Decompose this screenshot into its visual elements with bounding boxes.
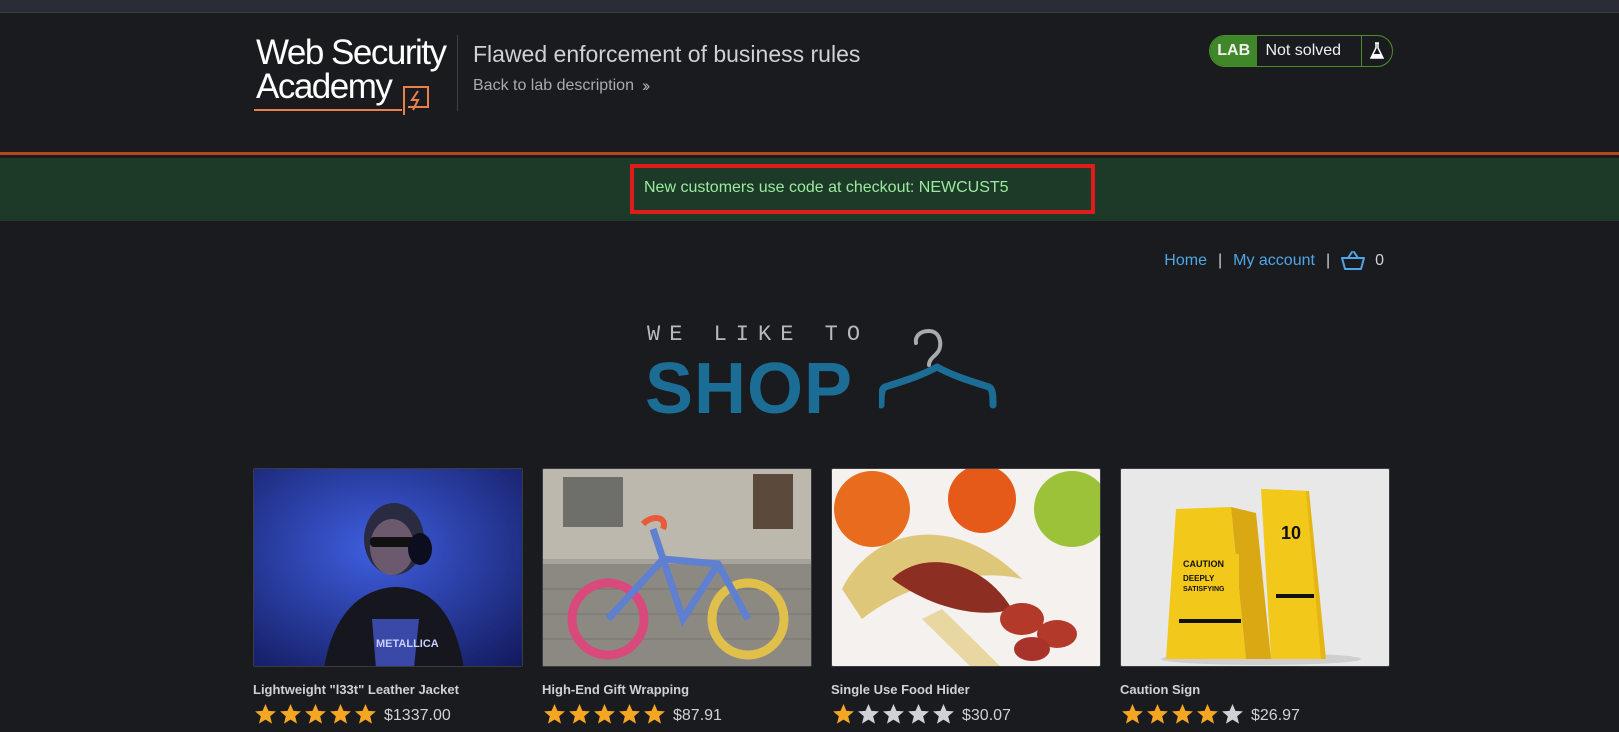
star-rating [1120, 703, 1245, 725]
star-filled-icon [280, 703, 301, 724]
cart-icon[interactable] [1341, 251, 1366, 271]
svg-text:METALLICA: METALLICA [376, 638, 439, 650]
product-rating: $26.97 [1120, 703, 1300, 725]
svg-text:DEEPLY: DEEPLY [1183, 574, 1215, 583]
header-divider [457, 35, 458, 111]
star-filled-icon [355, 703, 376, 724]
star-filled-icon [255, 703, 276, 724]
product-price: $26.97 [1251, 707, 1300, 724]
logo-underline [254, 109, 402, 111]
nav-separator: | [1325, 252, 1331, 269]
top-nav: Home | My account | 0 [1164, 251, 1384, 271]
cart-count: 0 [1375, 252, 1384, 269]
product-rating: $1337.00 [253, 703, 451, 725]
product-card[interactable]: High-End Gift Wrapping $87.91 [542, 468, 812, 724]
product-card[interactable]: Single Use Food Hider $30.07 [831, 468, 1101, 724]
nav-separator: | [1217, 252, 1223, 269]
product-price: $1337.00 [384, 707, 451, 724]
star-filled-icon [594, 703, 615, 724]
product-rating: $87.91 [542, 703, 722, 725]
product-image-gift-wrapping[interactable] [542, 468, 812, 667]
star-empty-icon [908, 703, 929, 724]
logo-bolt-icon [403, 86, 429, 115]
star-filled-icon [833, 703, 854, 724]
promo-text: New customers use code at checkout: NEWC… [644, 179, 1009, 196]
star-filled-icon [1147, 703, 1168, 724]
product-card[interactable]: CAUTION DEEPLY SATISFYING 10 Caution Sig… [1120, 468, 1390, 724]
double-chevron-right-icon: ›› [641, 76, 651, 95]
star-filled-icon [619, 703, 640, 724]
star-rating [831, 703, 956, 725]
star-empty-icon [883, 703, 904, 724]
promo-highlight-box: New customers use code at checkout: NEWC… [630, 164, 1095, 214]
shop-word: SHOP [645, 349, 854, 429]
product-image-caution-sign[interactable]: CAUTION DEEPLY SATISFYING 10 [1120, 468, 1390, 667]
svg-text:10: 10 [1281, 523, 1301, 543]
product-image-leather-jacket[interactable]: METALLICA [253, 468, 523, 667]
star-filled-icon [1197, 703, 1218, 724]
star-rating [542, 703, 667, 725]
logo-text-line2: Academy [256, 67, 393, 106]
product-name: Caution Sign [1120, 682, 1201, 697]
star-filled-icon [330, 703, 351, 724]
back-to-lab-description-link[interactable]: Back to lab description ›› [473, 76, 651, 96]
product-grid: METALLICA Lightweight "l33t" Leather Jac… [253, 468, 1390, 732]
back-link-label: Back to lab description [473, 77, 634, 94]
lab-status-badge: LAB Not solved [1209, 35, 1393, 67]
product-image-food-hider[interactable] [831, 468, 1101, 667]
star-empty-icon [933, 703, 954, 724]
svg-text:SATISFYING: SATISFYING [1183, 586, 1225, 593]
star-filled-icon [305, 703, 326, 724]
star-filled-icon [544, 703, 565, 724]
product-card[interactable]: METALLICA Lightweight "l33t" Leather Jac… [253, 468, 523, 724]
star-filled-icon [644, 703, 665, 724]
star-empty-icon [858, 703, 879, 724]
product-rating: $30.07 [831, 703, 1011, 725]
browser-top-strip [0, 0, 1619, 13]
web-security-academy-logo[interactable]: Web Security Academy [254, 33, 454, 118]
lab-title: Flawed enforcement of business rules [473, 41, 861, 67]
svg-text:CAUTION: CAUTION [1183, 559, 1224, 569]
lab-header: Web Security Academy Flawed enforcement … [0, 13, 1619, 155]
promo-banner: New customers use code at checkout: NEWC… [0, 158, 1619, 221]
nav-my-account-link[interactable]: My account [1233, 252, 1315, 270]
product-name: High-End Gift Wrapping [542, 682, 690, 697]
product-price: $87.91 [673, 707, 722, 724]
star-empty-icon [1222, 703, 1243, 724]
we-like-to-shop-logo: WE LIKE TO SHOP [645, 320, 997, 429]
coat-hanger-icon [879, 328, 997, 409]
nav-home-link[interactable]: Home [1164, 252, 1207, 270]
lab-status-text: Not solved [1265, 42, 1342, 59]
product-price: $30.07 [962, 707, 1011, 724]
star-rating [253, 703, 378, 725]
star-filled-icon [569, 703, 590, 724]
lab-label: LAB [1210, 36, 1258, 66]
flask-icon [1361, 36, 1392, 66]
product-name: Lightweight "l33t" Leather Jacket [253, 682, 459, 697]
shop-tagline: WE LIKE TO [647, 322, 870, 347]
product-name: Single Use Food Hider [831, 682, 970, 697]
star-filled-icon [1172, 703, 1193, 724]
star-filled-icon [1122, 703, 1143, 724]
